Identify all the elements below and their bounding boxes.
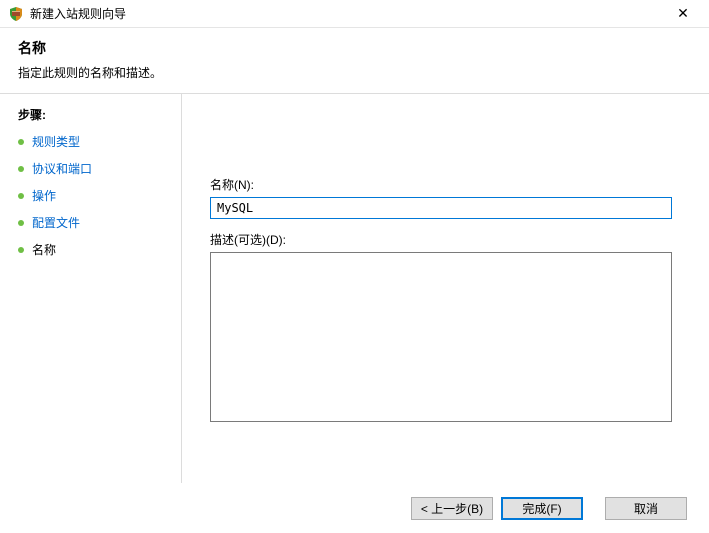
step-label: 协议和端口 [32, 160, 92, 177]
name-label: 名称(N): [210, 176, 681, 193]
window-title: 新建入站规则向导 [30, 5, 663, 22]
wizard-body: 步骤: 规则类型 协议和端口 操作 配置文件 名称 名称(N): 描述(可选)(… [0, 94, 709, 483]
close-button[interactable]: ✕ [663, 0, 703, 28]
titlebar: 新建入站规则向导 ✕ [0, 0, 709, 28]
bullet-icon [18, 247, 24, 253]
step-rule-type[interactable]: 规则类型 [18, 133, 171, 150]
step-label: 名称 [32, 241, 56, 258]
firewall-shield-icon [8, 6, 24, 22]
wizard-footer: < 上一步(B) 完成(F) 取消 [0, 483, 709, 533]
name-input[interactable] [210, 197, 672, 219]
bullet-icon [18, 220, 24, 226]
description-textarea[interactable] [210, 252, 672, 422]
steps-sidebar: 步骤: 规则类型 协议和端口 操作 配置文件 名称 [0, 94, 182, 483]
step-label: 规则类型 [32, 133, 80, 150]
page-title: 名称 [18, 38, 691, 58]
bullet-icon [18, 166, 24, 172]
bullet-icon [18, 139, 24, 145]
step-action[interactable]: 操作 [18, 187, 171, 204]
close-icon: ✕ [677, 5, 689, 22]
step-label: 配置文件 [32, 214, 80, 231]
wizard-main: 名称(N): 描述(可选)(D): [182, 94, 709, 483]
step-name[interactable]: 名称 [18, 241, 171, 258]
description-label: 描述(可选)(D): [210, 231, 681, 248]
back-button[interactable]: < 上一步(B) [411, 497, 493, 520]
step-label: 操作 [32, 187, 56, 204]
bullet-icon [18, 193, 24, 199]
finish-button[interactable]: 完成(F) [501, 497, 583, 520]
wizard-header: 名称 指定此规则的名称和描述。 [0, 28, 709, 89]
steps-heading: 步骤: [18, 106, 171, 123]
page-subtitle: 指定此规则的名称和描述。 [18, 64, 691, 81]
cancel-button[interactable]: 取消 [605, 497, 687, 520]
step-protocol-port[interactable]: 协议和端口 [18, 160, 171, 177]
step-profile[interactable]: 配置文件 [18, 214, 171, 231]
